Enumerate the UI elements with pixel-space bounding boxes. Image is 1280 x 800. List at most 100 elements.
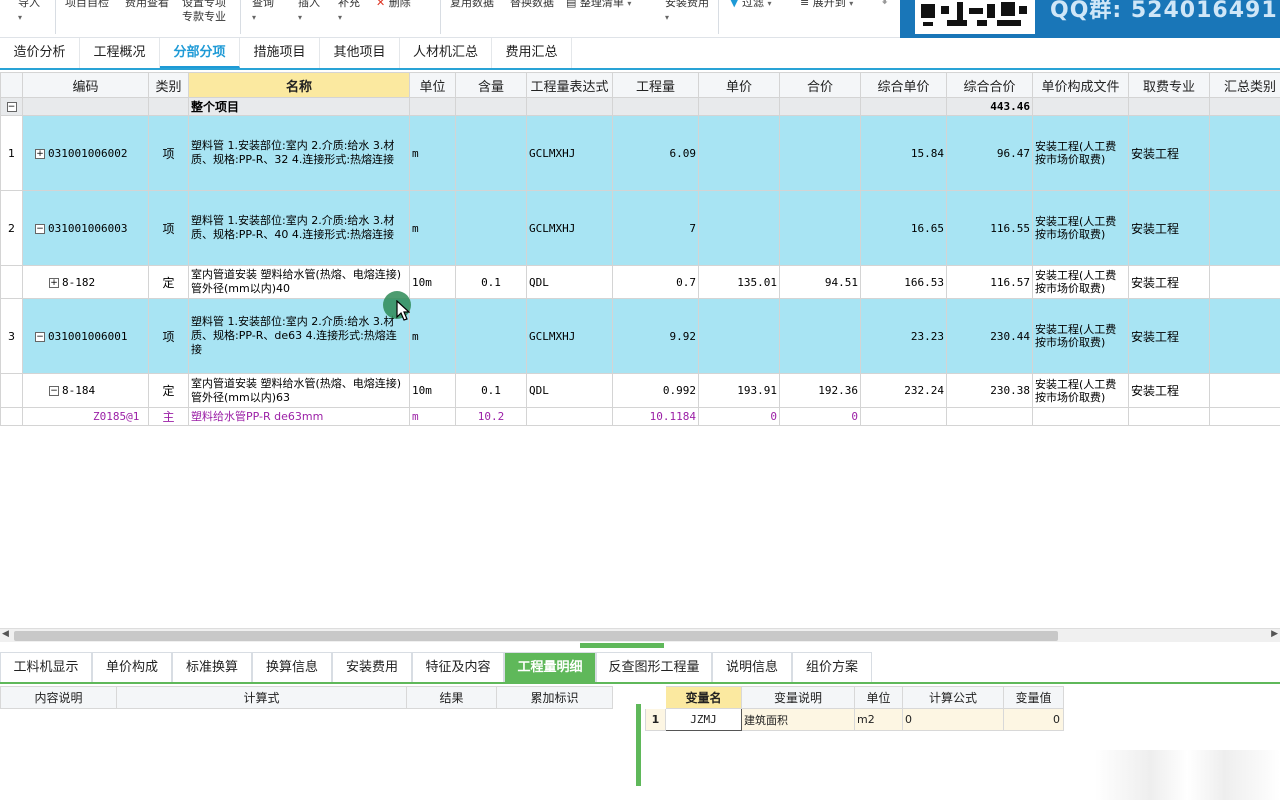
cell-type[interactable]: 定 [148, 373, 189, 408]
move-down-icon[interactable]: ⬇ [880, 0, 889, 7]
cell-fee-spec[interactable] [1128, 407, 1210, 426]
cell-qty-expr[interactable]: QDL [526, 373, 613, 408]
tab-labor-material-summary[interactable]: 人材机汇总 [400, 38, 492, 68]
column-header-fee-spec[interactable]: 取费专业 [1128, 72, 1210, 98]
tab-reverse-graphic-quantity[interactable]: 反查图形工程量 [596, 652, 712, 682]
cell-unit-price[interactable]: 193.91 [698, 373, 780, 408]
cell-unit[interactable]: 10m [409, 265, 456, 299]
cell-fee-spec[interactable]: 安装工程 [1128, 373, 1210, 408]
cell-qty-expr[interactable]: GCLMXHJ [526, 190, 613, 266]
reuse-data-button[interactable]: 复用数据 [450, 0, 494, 10]
cell-price-file[interactable]: 安装工程(人工费按市场价取费) [1032, 298, 1129, 374]
cell-summary-type[interactable] [1209, 407, 1280, 426]
collapse-icon[interactable]: − [49, 386, 59, 396]
column-header-comp-total[interactable]: 综合合价 [946, 72, 1033, 98]
cell-comp-total[interactable] [946, 407, 1033, 426]
cell-summary-type[interactable] [1209, 298, 1280, 374]
cell-price-file[interactable]: 安装工程(人工费按市场价取费) [1032, 115, 1129, 191]
cell-qty[interactable]: 9.92 [612, 298, 699, 374]
cell-content[interactable] [455, 190, 527, 266]
collapse-icon[interactable]: − [35, 331, 45, 342]
cell-amount[interactable]: 0 [779, 407, 861, 426]
cell-fee-spec[interactable]: 安装工程 [1128, 190, 1210, 266]
filter-button[interactable]: ▼ 过滤 ▾ [730, 0, 771, 10]
cell-type[interactable]: 主 [148, 407, 189, 426]
cell-content[interactable] [455, 298, 527, 374]
cell-unit-price[interactable] [698, 190, 780, 266]
tab-pricing-scheme[interactable]: 组价方案 [792, 652, 872, 682]
cell-qty[interactable]: 0.992 [612, 373, 699, 408]
set-special-button[interactable]: 设置专项 专款专业 [182, 0, 226, 24]
cell-qty-expr[interactable]: GCLMXHJ [526, 115, 613, 191]
column-header-type[interactable]: 类别 [148, 72, 189, 98]
column-header-var-name[interactable]: 变量名 [665, 686, 742, 709]
cell-fee-spec[interactable]: 安装工程 [1128, 265, 1210, 299]
cell-summary-type[interactable] [1209, 265, 1280, 299]
column-header-amount[interactable]: 合价 [779, 72, 861, 98]
column-header-comp-unit-price[interactable]: 综合单价 [860, 72, 947, 98]
variable-value-cell[interactable]: 0 [1003, 708, 1064, 731]
column-header-name[interactable]: 名称 [188, 72, 410, 98]
scroll-thumb[interactable] [14, 631, 1058, 641]
cell-price-file[interactable]: 安装工程(人工费按市场价取费) [1032, 373, 1129, 408]
cell-summary-type[interactable] [1209, 373, 1280, 408]
cell-unit[interactable]: m [409, 407, 456, 426]
cell-comp-unit-price[interactable]: 23.23 [860, 298, 947, 374]
cell-code[interactable]: −031001006001 [22, 298, 149, 374]
column-header-summary-type[interactable]: 汇总类别 [1209, 72, 1280, 98]
cell-fee-spec[interactable]: 安装工程 [1128, 298, 1210, 374]
replace-data-button[interactable]: 替换数据 [510, 0, 554, 10]
cell-content[interactable]: 10.2 [455, 407, 527, 426]
column-header-var-formula[interactable]: 计算公式 [902, 686, 1004, 709]
scroll-right-icon[interactable]: ▶ [1271, 629, 1278, 639]
list-item-row[interactable]: 1 +031001006002 项塑料管 1.安装部位:室内 2.介质:给水 3.材… [0, 115, 1280, 191]
variable-desc-cell[interactable]: 建筑面积 [741, 708, 855, 731]
cell-type[interactable]: 项 [148, 298, 189, 374]
cell-unit-price[interactable]: 135.01 [698, 265, 780, 299]
cell-qty[interactable]: 0.7 [612, 265, 699, 299]
query-button[interactable]: 查询 ▾ [252, 0, 274, 25]
list-item-row[interactable]: 3−031001006001 项塑料管 1.安装部位:室内 2.介质:给水 3.材… [0, 298, 1280, 374]
cell-qty[interactable]: 10.1184 [612, 407, 699, 426]
collapse-icon[interactable]: − [35, 223, 45, 234]
cell-summary-type[interactable] [1209, 190, 1280, 266]
tab-install-fee[interactable]: 安装费用 [332, 652, 412, 682]
cell-type[interactable]: 项 [148, 115, 189, 191]
collapse-all-icon[interactable]: − [6, 102, 17, 112]
import-button[interactable]: 导入 ▾ [18, 0, 40, 25]
cell-qty[interactable]: 6.09 [612, 115, 699, 191]
cell-unit[interactable]: m [409, 115, 456, 191]
tab-sub-items[interactable]: 分部分项 [160, 38, 240, 68]
cell-comp-unit-price[interactable]: 16.65 [860, 190, 947, 266]
tab-quantity-detail[interactable]: 工程量明细 [504, 652, 596, 682]
cell-name[interactable]: 塑料管 1.安装部位:室内 2.介质:给水 3.材质、规格:PP-R、de63 … [188, 298, 410, 374]
tab-fee-summary[interactable]: 费用汇总 [492, 38, 572, 68]
variable-formula-cell[interactable]: 0 [902, 708, 1004, 731]
cell-code[interactable]: +8-182 [22, 265, 149, 299]
column-header-var-desc[interactable]: 变量说明 [741, 686, 855, 709]
cell-amount[interactable] [779, 190, 861, 266]
cell-name[interactable]: 塑料管 1.安装部位:室内 2.介质:给水 3.材质、规格:PP-R、32 4.… [188, 115, 410, 191]
cell-amount[interactable]: 94.51 [779, 265, 861, 299]
cell-amount[interactable]: 192.36 [779, 373, 861, 408]
column-header-qty-expr[interactable]: 工程量表达式 [526, 72, 613, 98]
panel-splitter[interactable] [580, 643, 664, 648]
quota-row[interactable]: +8-182 定室内管道安装 塑料给水管(热熔、电熔连接) 管外径(mm以内)40… [0, 265, 1280, 299]
cell-content[interactable]: 0.1 [455, 373, 527, 408]
column-header-var-unit[interactable]: 单位 [854, 686, 903, 709]
cell-comp-unit-price[interactable] [860, 407, 947, 426]
variable-row[interactable]: 1 JZMJ 建筑面积 m2 0 0 [645, 708, 1064, 731]
column-header-qty[interactable]: 工程量 [612, 72, 699, 98]
expand-icon[interactable]: + [35, 148, 45, 159]
tab-description-info[interactable]: 说明信息 [712, 652, 792, 682]
cell-unit-price[interactable]: 0 [698, 407, 780, 426]
cell-unit-price[interactable] [698, 298, 780, 374]
tab-labor-material-display[interactable]: 工料机显示 [0, 652, 92, 682]
tab-cost-analysis[interactable]: 造价分析 [0, 38, 80, 68]
cell-type[interactable]: 项 [148, 190, 189, 266]
cell-code[interactable]: −031001006003 [22, 190, 149, 266]
column-header-unit[interactable]: 单位 [409, 72, 456, 98]
column-header-formula[interactable]: 计算式 [116, 686, 407, 709]
cell-comp-total[interactable]: 96.47 [946, 115, 1033, 191]
cell-code[interactable]: +031001006002 [22, 115, 149, 191]
